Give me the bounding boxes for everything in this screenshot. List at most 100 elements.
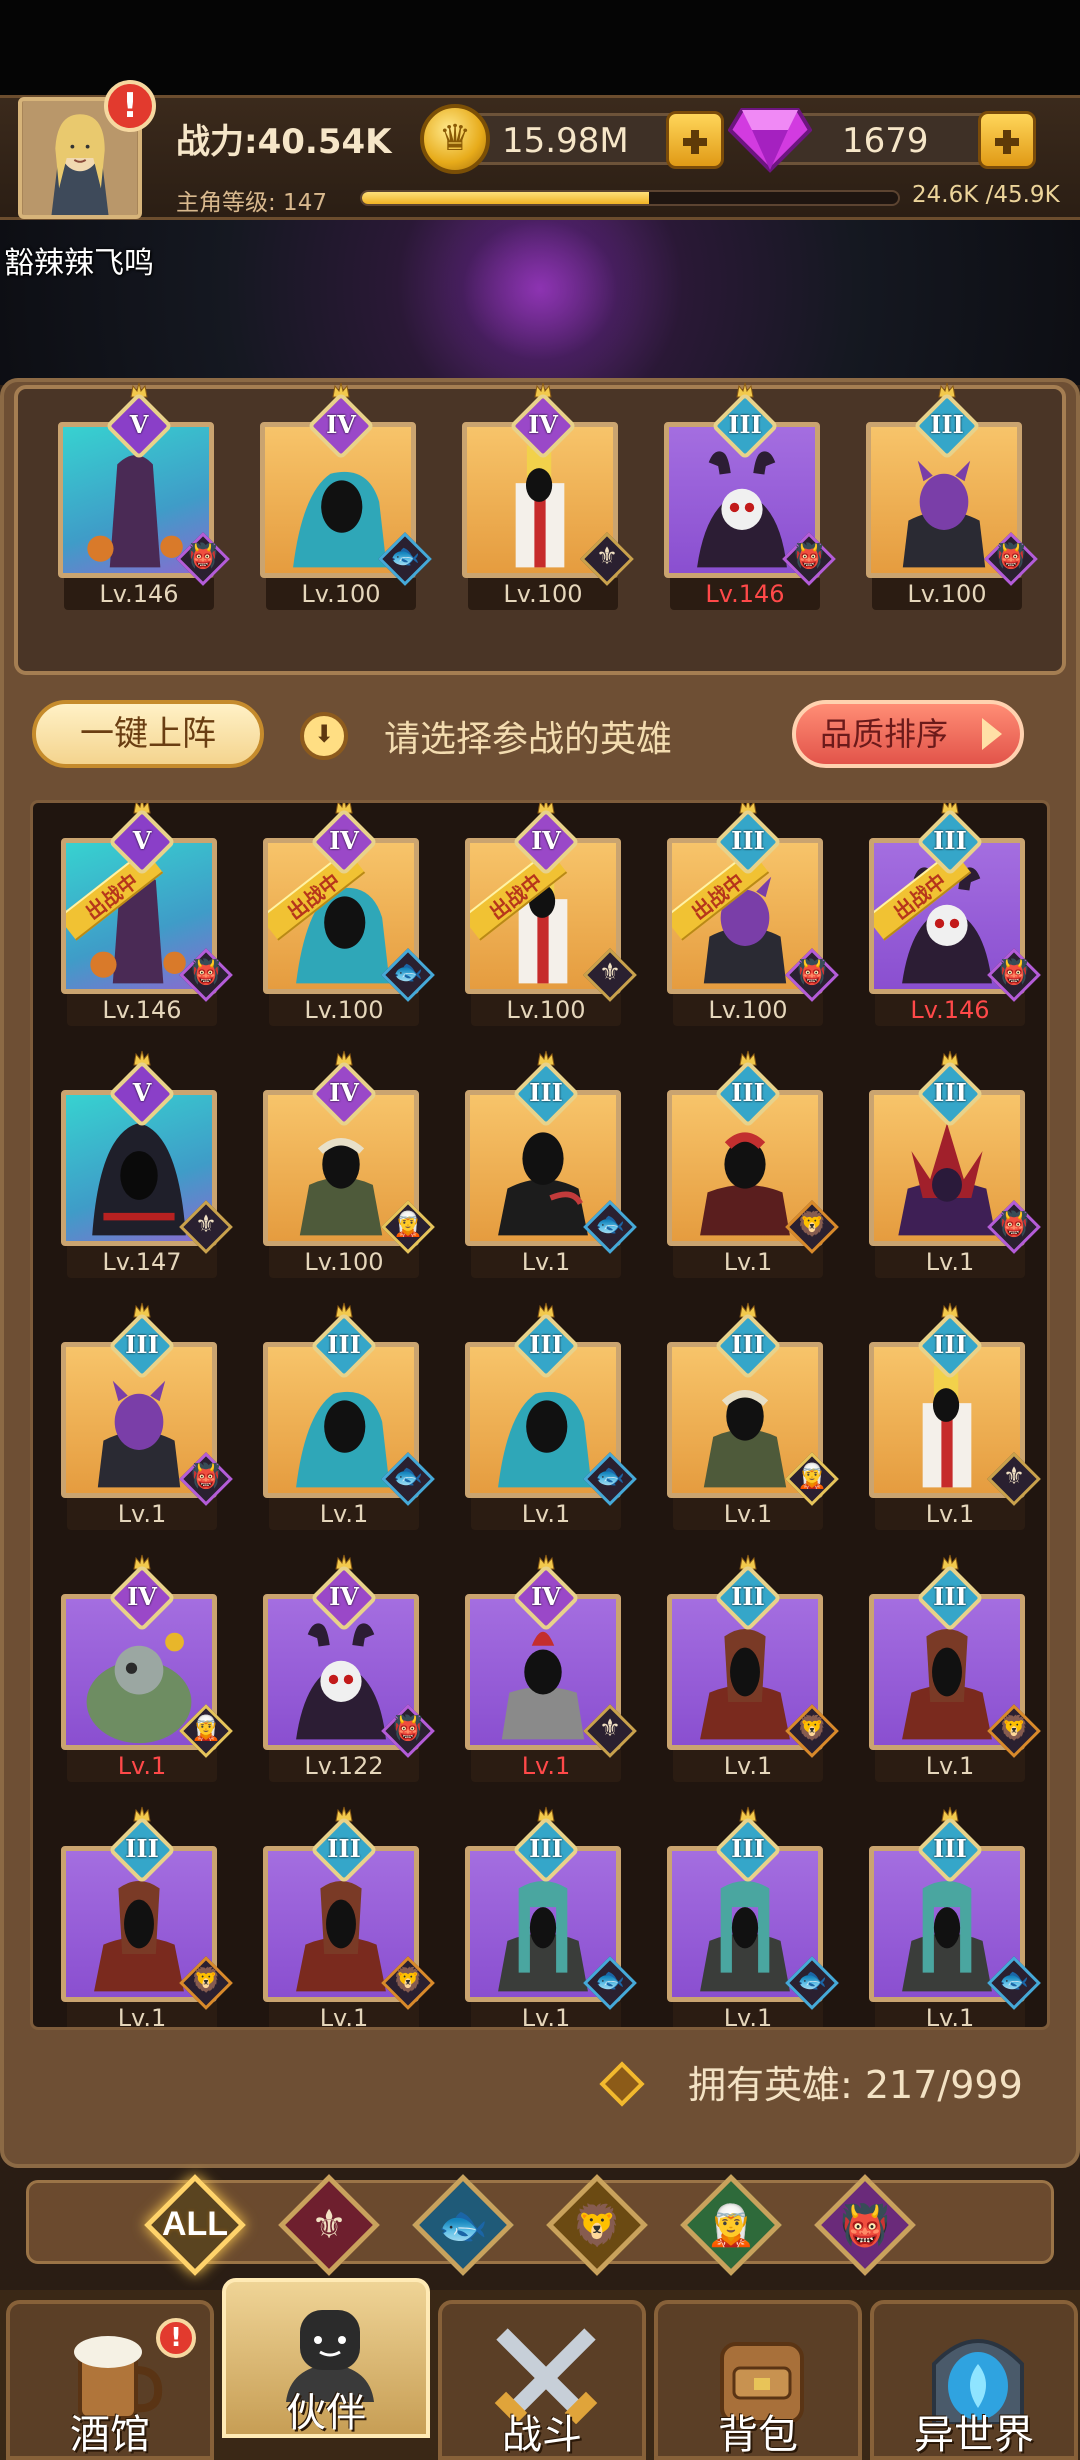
rank-numeral: III [731,1582,765,1611]
rank-numeral: III [529,1078,563,1107]
rank-numeral: III [731,1834,765,1863]
faction-glyph: 🧝 [393,1210,423,1238]
heroes-hero-card[interactable]: Lv.1 III 🐟 [667,1806,839,2027]
add-gold-button[interactable] [666,111,724,169]
faction-glyph: 🦁 [797,1210,827,1238]
rank-numeral: III [933,1330,967,1359]
add-gems-button[interactable] [978,111,1036,169]
rank-numeral: IV [127,1582,157,1611]
elf-faction-icon[interactable]: 🧝 [678,2172,784,2278]
heroes-hero-card[interactable]: Lv.1 III 🦁 [869,1554,1041,1784]
purple-gem-icon [728,108,812,173]
faction-glyph: 🦁 [999,1714,1029,1742]
team-hero-card[interactable]: Lv.100 III 👹 [866,382,1038,612]
one-click-lineup-button[interactable]: 一键上阵 [32,700,264,768]
lion-faction-icon: 🦁 [179,1956,233,2010]
filter-glyph: 🦁 [572,2203,622,2249]
beast-faction-icon: 🐟 [583,1452,637,1506]
heroes-hero-card[interactable]: Lv.1 III 🐟 [869,1806,1041,2027]
all-filter-icon[interactable]: ALL [142,2172,248,2278]
faction-glyph: 👹 [188,542,218,570]
rank-badge-icon: III [714,1302,782,1380]
heroes-hero-card[interactable]: Lv.1 III 👹 [61,1302,233,1532]
rank-numeral: IV [531,826,561,855]
team-hero-card[interactable]: Lv.100 IV ⚜ [462,382,634,612]
rank-badge-icon: III [714,803,782,876]
faction-glyph: 👹 [794,542,824,570]
rank-numeral: III [731,1078,765,1107]
heroes-hero-card[interactable]: 出战中 Lv.100 III 👹 [667,803,839,1028]
avatar-alert-badge: ! [104,80,156,132]
hero-list[interactable]: 出战中 Lv.146 V 👹 出战中 Lv.100 IV 🐟 出战中 Lv.100 IV ⚜ 出战中 Lv… [30,800,1050,2030]
lion-faction-icon[interactable]: 🦁 [544,2172,650,2278]
rank-numeral: IV [329,1078,359,1107]
rank-numeral: III [930,410,964,439]
faction-glyph: 👹 [996,542,1026,570]
heroes-hero-card[interactable]: Lv.1 III 🧝 [667,1302,839,1532]
rank-numeral: III [327,1330,361,1359]
rank-badge-icon: III [714,1554,782,1632]
orc-faction-icon: 👹 [785,948,839,1002]
exp-progress-fill [362,192,650,204]
heroes-hero-card[interactable]: Lv.100 IV 🧝 [263,1050,435,1280]
orc-faction-icon[interactable]: 👹 [812,2172,918,2278]
heroes-hero-card[interactable]: 出战中 Lv.146 III 👹 [869,803,1041,1028]
exp-text: 24.6K /45.9K [912,182,1060,208]
rank-badge-icon: III [310,1806,378,1884]
scene-glow [440,200,640,380]
nav-tab-partner[interactable]: 伙伴 [222,2278,430,2438]
team-hero-card[interactable]: Lv.100 IV 🐟 [260,382,432,612]
faction-glyph: ⚜ [599,1714,621,1742]
heroes-hero-card[interactable]: Lv.1 IV ⚜ [465,1554,637,1784]
rank-numeral: III [728,410,762,439]
rank-numeral: III [933,1834,967,1863]
heroes-hero-card[interactable]: Lv.1 III 🦁 [263,1806,435,2027]
beast-faction-icon: 🐟 [583,1200,637,1254]
heroes-hero-card[interactable]: 出战中 Lv.100 IV ⚜ [465,803,637,1028]
rank-numeral: III [529,1330,563,1359]
rank-numeral: III [125,1834,159,1863]
heroes-hero-card[interactable]: Lv.122 IV 👹 [263,1554,435,1784]
orc-faction-icon: 👹 [984,532,1038,586]
nav-tab-portal[interactable]: 异世界 [870,2300,1078,2460]
rank-badge-icon: III [310,1302,378,1380]
nav-tab-battle[interactable]: 战斗 [438,2300,646,2460]
heroes-hero-card[interactable]: Lv.1 IV 🧝 [61,1554,233,1784]
heroes-hero-card[interactable]: Lv.1 III 🐟 [465,1302,637,1532]
heroes-hero-card[interactable]: Lv.1 III 🐟 [465,1050,637,1280]
heroes-hero-card[interactable]: Lv.1 III 🐟 [465,1806,637,2027]
rank-badge-icon: III [512,1302,580,1380]
heroes-hero-card[interactable]: Lv.1 III 🐟 [263,1302,435,1532]
quality-sort-button[interactable]: 品质排序 [792,700,1024,768]
heroes-hero-card[interactable]: 出战中 Lv.146 V 👹 [61,803,233,1028]
beast-faction-icon[interactable]: 🐟 [410,2172,516,2278]
faction-glyph: 🐟 [595,1966,625,1994]
elf-faction-icon: 🧝 [785,1452,839,1506]
heroes-hero-card[interactable]: Lv.1 III 👹 [869,1050,1041,1280]
lion-faction-icon: 🦁 [381,1956,435,2010]
filter-glyph: ⚜ [311,2202,347,2248]
filter-all-label: ALL [161,2205,229,2243]
orc-faction-icon: 👹 [987,1200,1041,1254]
team-hero-card[interactable]: Lv.146 III 👹 [664,382,836,612]
faction-glyph: ⚜ [195,1210,217,1238]
nav-tab-tavern[interactable]: 酒馆! [6,2300,214,2460]
nav-tab-label: 伙伴 [286,2390,366,2436]
rank-badge-icon: III [108,1806,176,1884]
rank-badge-icon: IV [108,1554,176,1632]
heroes-hero-card[interactable]: Lv.1 III ⚜ [869,1302,1041,1532]
heroes-hero-card[interactable]: Lv.1 III 🦁 [61,1806,233,2027]
heroes-hero-card[interactable]: Lv.1 III 🦁 [667,1050,839,1280]
faction-glyph: 🐟 [797,1966,827,1994]
human-faction-icon: ⚜ [179,1200,233,1254]
heroes-hero-card[interactable]: Lv.147 V ⚜ [61,1050,233,1280]
heroes-hero-card[interactable]: Lv.1 III 🦁 [667,1554,839,1784]
rank-badge-icon: III [916,1050,984,1128]
nav-tab-backpack[interactable]: 背包 [654,2300,862,2460]
faction-glyph: 👹 [191,1462,221,1490]
rank-badge-icon: III [913,382,981,460]
human-faction-icon[interactable]: ⚜ [276,2172,382,2278]
heroes-hero-card[interactable]: 出战中 Lv.100 IV 🐟 [263,803,435,1028]
team-hero-card[interactable]: Lv.146 V 👹 [58,382,230,612]
elf-faction-icon: 🧝 [381,1200,435,1254]
